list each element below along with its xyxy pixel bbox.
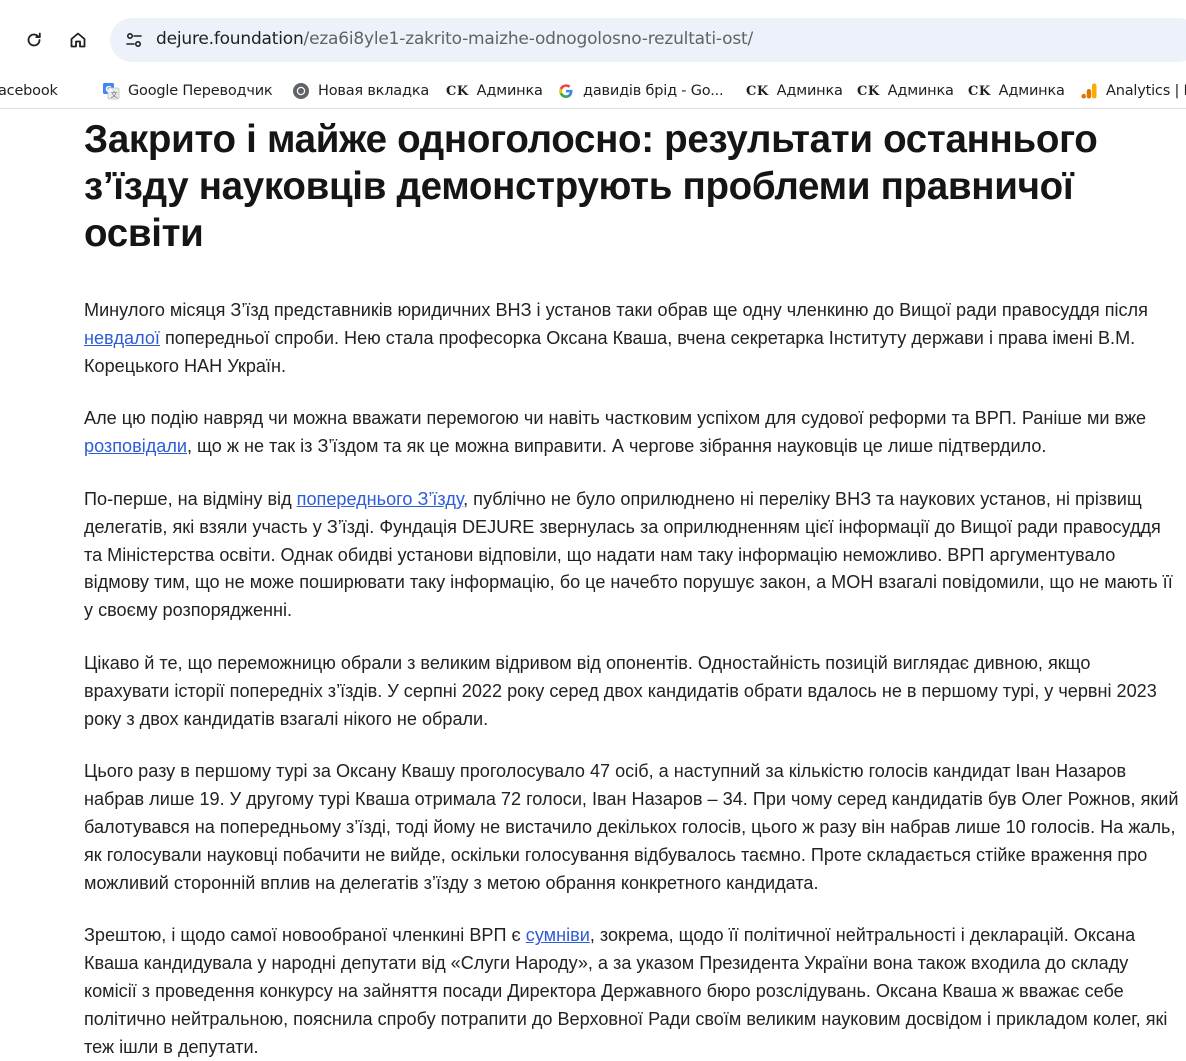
address-bar[interactable]: dejure.foundation/eza6i8yle1-zakrito-mai… [110, 18, 1186, 62]
reload-button[interactable] [18, 24, 50, 56]
google-icon [557, 82, 575, 100]
article-paragraph: Минулого місяця З’їзд представників юрид… [84, 297, 1179, 380]
article-paragraph: Зрештою, і щодо самої новообраної членки… [84, 922, 1179, 1061]
paragraph-text: попередньої спроби. Нею стала професорка… [84, 327, 1136, 376]
link-sumnivy[interactable]: сумніви [526, 925, 590, 945]
bookmark-admin-2[interactable]: CK Админка [746, 78, 843, 104]
bookmark-google-translate[interactable]: G 文 Google Переводчик [102, 78, 273, 104]
browser-toolbar: dejure.foundation/eza6i8yle1-zakrito-mai… [0, 0, 1186, 74]
ck-logo-icon: CK [446, 83, 469, 99]
bookmark-label: Админка [998, 83, 1065, 99]
bookmark-label: Админка [776, 83, 843, 99]
ck-logo-icon: CK [746, 83, 769, 99]
bookmark-label: Analytics | F [1106, 83, 1186, 99]
paragraph-text: Але цю подію навряд чи можна вважати пер… [84, 408, 1147, 429]
article-title: Закрито і майже одноголосно: результати … [84, 118, 1098, 255]
article-paragraph: Цього разу в першому турі за Оксану Кваш… [84, 761, 1179, 893]
paragraph-text: , що ж не так із З’їздом та як це можна … [187, 436, 1047, 457]
paragraph-text: По-перше, на відміну від [84, 488, 297, 509]
tune-icon [126, 32, 142, 48]
bookmark-new-tab[interactable]: Новая вкладка [292, 78, 429, 104]
paragraph-text: Минулого місяця З’їзд представників юрид… [84, 300, 1148, 320]
bookmark-admin-3[interactable]: CK Админка [857, 78, 954, 104]
ck-logo-icon: CK [857, 83, 880, 99]
bookmark-admin-4[interactable]: CK Админка [968, 78, 1065, 104]
article-paragraph: Але цю подію навряд чи можна вважати пер… [84, 405, 1179, 461]
svg-text:文: 文 [111, 90, 118, 99]
url-text[interactable]: dejure.foundation/eza6i8yle1-zakrito-mai… [156, 29, 753, 49]
chrome-icon [292, 82, 310, 100]
home-button[interactable] [62, 24, 94, 56]
analytics-icon [1080, 82, 1098, 100]
bookmark-label: Админка [887, 83, 954, 99]
bookmark-label: acebook [0, 83, 58, 99]
google-translate-icon: G 文 [102, 82, 120, 100]
link-rozpovidaly[interactable]: розповідали [84, 436, 187, 456]
site-info-button[interactable] [118, 24, 150, 56]
paragraph-text: Зрештою, і щодо самої новообраної членки… [84, 925, 526, 946]
bookmark-label: Новая вкладка [318, 83, 430, 99]
url-domain: dejure.foundation [156, 29, 304, 49]
bookmark-label: давидів брід - Go... [583, 83, 724, 99]
link-nevdaloi[interactable]: невдалої [84, 328, 160, 348]
article: Закрито і майже одноголосно: результати … [84, 110, 1179, 1061]
bookmarks-bar: acebook G 文 Google Переводчик Новая вкла… [0, 74, 1186, 109]
bookmark-label: Админка [476, 83, 543, 99]
bookmark-google-search[interactable]: давидів брід - Go... [557, 78, 724, 104]
home-icon [70, 32, 86, 48]
bookmark-facebook[interactable]: acebook [0, 78, 58, 104]
bookmark-admin-1[interactable]: CK Админка [446, 78, 543, 104]
link-poperednoho-zizdu[interactable]: попереднього З’їзду [297, 489, 463, 509]
ck-logo-icon: CK [968, 83, 991, 99]
bookmark-analytics[interactable]: Analytics | F [1080, 78, 1186, 104]
article-paragraph: Цікаво й те, що переможницю обрали з вел… [84, 652, 1157, 729]
article-paragraph: По-перше, на відміну від попереднього З’… [84, 486, 1179, 625]
bookmark-label: Google Переводчик [128, 83, 273, 99]
url-path: /eza6i8yle1-zakrito-maizhe-odnogolosno-r… [303, 29, 754, 49]
reload-icon [27, 32, 41, 47]
